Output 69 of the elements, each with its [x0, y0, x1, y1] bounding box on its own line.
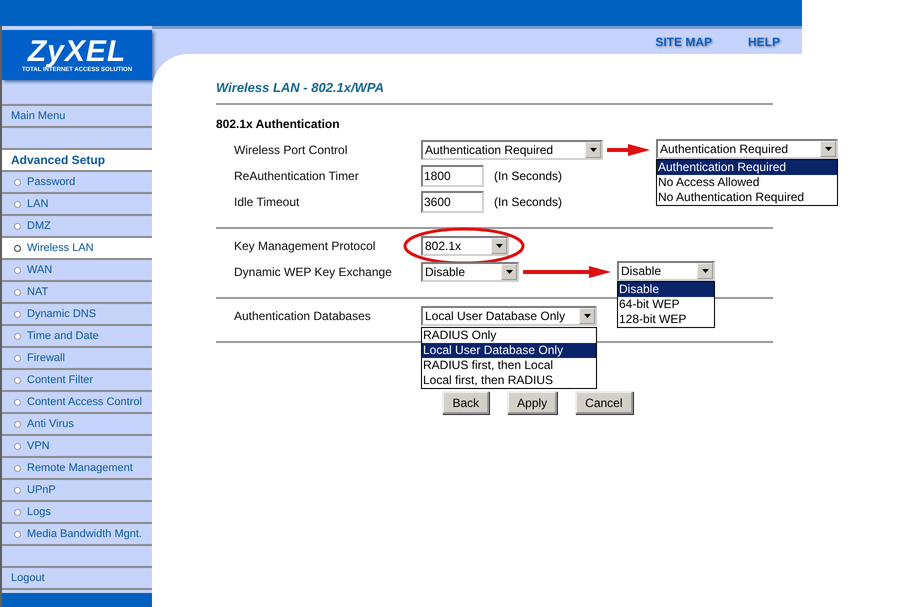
input-field[interactable]: 1800: [421, 165, 484, 187]
bullet-icon: [14, 266, 21, 274]
dropdown[interactable]: Local User Database Only: [421, 306, 597, 326]
sidebar-label: Remote Management: [27, 462, 133, 474]
sidebar-label: Password: [27, 176, 76, 188]
field-label: Key Management Protocol: [234, 239, 376, 253]
sidebar-label: Logs: [27, 506, 51, 518]
header-link[interactable]: HELP: [748, 34, 780, 48]
caret-icon[interactable]: [501, 264, 517, 280]
unit-label: (In Seconds): [494, 195, 562, 209]
bullet-icon: [14, 376, 21, 384]
dropdown[interactable]: Authentication Required: [421, 140, 603, 160]
dropdown-option[interactable]: Disable: [618, 282, 714, 297]
form-button[interactable]: Cancel: [575, 391, 633, 414]
sidebar-label: Dynamic DNS: [27, 308, 96, 320]
sidebar-label: Content Access Control: [27, 396, 142, 408]
bullet-icon: [14, 420, 21, 428]
form-button[interactable]: Back: [442, 391, 490, 414]
caret-icon[interactable]: [697, 263, 713, 279]
sidebar-label: DMZ: [27, 220, 51, 232]
sidebar-label: Wireless LAN: [27, 242, 94, 254]
sidebar-label: VPN: [27, 440, 50, 452]
header-link[interactable]: SITE MAP: [655, 34, 712, 48]
dropdown[interactable]: Authentication Required: [656, 139, 838, 159]
dropdown-option[interactable]: Authentication Required: [657, 160, 837, 175]
sidebar-label: UPnP: [27, 484, 56, 496]
bullet-icon: [14, 354, 21, 362]
page-title: Wireless LAN - 802.1x/WPA: [216, 80, 385, 95]
bullet-icon: [14, 486, 21, 494]
bullet-icon: [14, 178, 21, 186]
bullet-icon: [14, 244, 21, 252]
bullet-icon: [14, 200, 21, 208]
sidebar-label: Media Bandwidth Mgnt.: [27, 528, 142, 540]
section-title: 802.1x Authentication: [216, 117, 341, 131]
bullet-icon: [14, 222, 21, 230]
unit-label: (In Seconds): [494, 169, 562, 183]
bullet-icon: [14, 508, 21, 516]
field-label: Dynamic WEP Key Exchange: [234, 265, 393, 279]
bullet-icon: [14, 310, 21, 318]
dropdown-option[interactable]: Local User Database Only: [422, 343, 596, 358]
caret-icon[interactable]: [585, 142, 601, 158]
sidebar-label: NAT: [27, 286, 48, 298]
pointer-arrow: [607, 144, 650, 156]
bullet-icon: [14, 332, 21, 340]
bullet-icon: [14, 530, 21, 538]
form-button[interactable]: Apply: [507, 391, 558, 414]
sidebar-label: Time and Date: [27, 330, 99, 342]
sidebar-heading[interactable]: Advanced Setup: [2, 148, 152, 170]
field-label: Wireless Port Control: [234, 143, 348, 157]
sidebar-label: Firewall: [27, 352, 65, 364]
sidebar-item[interactable]: Wireless LAN: [2, 236, 152, 258]
caret-icon[interactable]: [820, 141, 836, 157]
field-label: ReAuthentication Timer: [234, 169, 360, 183]
field-label: Authentication Databases: [234, 309, 372, 323]
caret-icon[interactable]: [491, 238, 507, 254]
input-field[interactable]: 3600: [421, 191, 484, 213]
caret-icon[interactable]: [579, 308, 595, 324]
dropdown[interactable]: 802.1x: [421, 236, 509, 256]
sidebar-label: Content Filter: [27, 374, 94, 386]
bullet-icon: [14, 398, 21, 406]
sidebar-label: LAN: [27, 198, 48, 210]
dropdown[interactable]: Disable: [617, 261, 715, 281]
dropdown[interactable]: Disable: [421, 262, 519, 282]
bullet-icon: [14, 464, 21, 472]
bullet-icon: [14, 288, 21, 296]
bullet-icon: [14, 442, 21, 450]
sidebar-label: WAN: [27, 264, 52, 276]
field-label: Idle Timeout: [234, 195, 300, 209]
sidebar-label: Anti Virus: [27, 418, 74, 430]
